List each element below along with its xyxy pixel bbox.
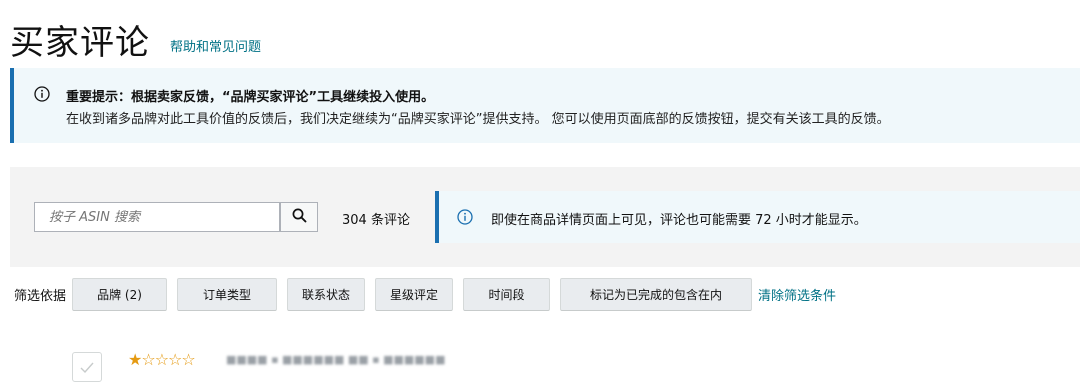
notice-title: 重要提示：根据卖家反馈，“品牌买家评论”工具继续投入使用。 — [66, 90, 435, 105]
filter-order-type-button[interactable]: 订单类型 — [177, 277, 278, 311]
filter-contact-status-button[interactable]: 联系状态 — [287, 277, 366, 311]
checkmark-icon — [80, 362, 94, 373]
asin-search-input[interactable] — [34, 202, 280, 232]
star-rating: ★☆☆☆☆ — [128, 350, 196, 369]
review-title-blurred: ■■■■ ▪ ■■■■■■ ■■ ▪ ■■■■■■ — [226, 353, 446, 366]
help-faq-link[interactable]: 帮助和常见问题 — [170, 36, 261, 55]
search-button[interactable] — [280, 202, 318, 232]
review-count: 304 条评论 — [342, 213, 410, 228]
empty-star-icons: ☆☆☆☆ — [141, 350, 195, 369]
filter-bar: 筛选依据 品牌 (2) 订单类型 联系状态 星级评定 时间段 标记为已完成的包含… — [14, 277, 836, 311]
info-icon — [457, 209, 473, 225]
search-icon — [292, 208, 307, 227]
info-icon — [34, 86, 50, 102]
search-panel: 304 条评论 即使在商品详情页面上可见，评论也可能需要 72 小时才能显示。 — [10, 167, 1080, 267]
filter-include-completed-button[interactable]: 标记为已完成的包含在内 — [560, 277, 753, 311]
filter-brand-button[interactable]: 品牌 (2) — [72, 277, 168, 311]
filter-star-rating-button[interactable]: 星级评定 — [375, 277, 454, 311]
filter-label: 筛选依据 — [14, 288, 67, 304]
clear-filters-link[interactable]: 清除筛选条件 — [758, 285, 836, 304]
filter-time-period-button[interactable]: 时间段 — [463, 277, 551, 311]
tip-text: 即使在商品详情页面上可见，评论也可能需要 72 小时才能显示。 — [491, 213, 867, 228]
page-title: 买家评论 — [10, 23, 150, 63]
filled-star-icon: ★ — [128, 350, 142, 369]
notice-body: 在收到诸多品牌对此工具价值的反馈后，我们决定继续为“品牌买家评论”提供支持。 您… — [66, 112, 890, 127]
display-delay-tip: 即使在商品详情页面上可见，评论也可能需要 72 小时才能显示。 — [435, 191, 1080, 243]
page-header: 买家评论 帮助和常见问题 — [10, 14, 261, 64]
important-notice-banner: 重要提示：根据卖家反馈，“品牌买家评论”工具继续投入使用。 在收到诸多品牌对此工… — [10, 68, 1080, 143]
